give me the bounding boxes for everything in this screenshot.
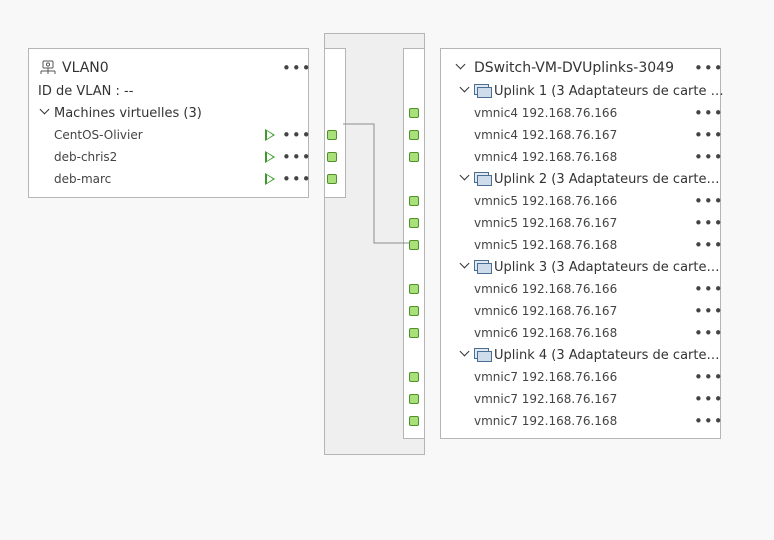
- vmnic-more-actions-button[interactable]: [694, 306, 724, 316]
- portgroup-panel: VLAN0 ID de VLAN : -- Machines virtuelle…: [28, 48, 309, 198]
- vmnic-label[interactable]: vmnic5 192.168.76.168: [474, 238, 617, 252]
- vmnic-label[interactable]: vmnic5 192.168.76.166: [474, 194, 617, 208]
- vm-row[interactable]: deb-marc: [29, 168, 308, 190]
- vmnic-more-actions-button[interactable]: [694, 218, 724, 228]
- vlan-id-label: ID de VLAN : --: [38, 83, 134, 99]
- vmnic-more-actions-button[interactable]: [694, 196, 724, 206]
- uplink-group-row[interactable]: Uplink 2 (3 Adaptateurs de carte…: [441, 168, 720, 190]
- powered-on-icon: [265, 173, 275, 185]
- uplink-port[interactable]: [409, 328, 419, 338]
- vm-name[interactable]: deb-chris2: [54, 150, 117, 164]
- uplink-group-row[interactable]: Uplink 4 (3 Adaptateurs de carte…: [441, 344, 720, 366]
- vmnic-label[interactable]: vmnic4 192.168.76.168: [474, 150, 617, 164]
- vmnic-label[interactable]: vmnic6 192.168.76.166: [474, 282, 617, 296]
- portgroup-title: VLAN0: [62, 60, 109, 76]
- uplink-adapter-icon: [474, 260, 492, 274]
- vm-name[interactable]: deb-marc: [54, 172, 111, 186]
- uplink-group-row[interactable]: Uplink 3 (3 Adaptateurs de carte…: [441, 256, 720, 278]
- uplink-port[interactable]: [409, 394, 419, 404]
- vm-more-actions-button[interactable]: [282, 174, 312, 184]
- chevron-down-icon[interactable]: [459, 260, 469, 270]
- vm-more-actions-button[interactable]: [282, 152, 312, 162]
- vmnic-row[interactable]: vmnic6 192.168.76.167: [441, 300, 720, 322]
- vmnic-label[interactable]: vmnic6 192.168.76.167: [474, 304, 617, 318]
- vmnic-label[interactable]: vmnic7 192.168.76.168: [474, 414, 617, 428]
- uplink-port[interactable]: [409, 372, 419, 382]
- vmnic-label[interactable]: vmnic4 192.168.76.167: [474, 128, 617, 142]
- uplink-port[interactable]: [409, 130, 419, 140]
- uplinks-header[interactable]: DSwitch-VM-DVUplinks-3049: [441, 57, 720, 79]
- vmnic-row[interactable]: vmnic7 192.168.76.167: [441, 388, 720, 410]
- vmnic-row[interactable]: vmnic4 192.168.76.166: [441, 102, 720, 124]
- uplink-port[interactable]: [409, 284, 419, 294]
- vm-row[interactable]: CentOS-Olivier: [29, 124, 308, 146]
- vmnic-more-actions-button[interactable]: [694, 416, 724, 426]
- uplink-port[interactable]: [409, 196, 419, 206]
- vm-port-3[interactable]: [327, 174, 337, 184]
- vmnic-more-actions-button[interactable]: [694, 240, 724, 250]
- vmnic-row[interactable]: vmnic5 192.168.76.168: [441, 234, 720, 256]
- uplink-port[interactable]: [409, 240, 419, 250]
- vmnic-row[interactable]: vmnic6 192.168.76.168: [441, 322, 720, 344]
- uplink-group-label: Uplink 1 (3 Adaptateurs de carte …: [494, 83, 724, 99]
- vmnic-more-actions-button[interactable]: [694, 394, 724, 404]
- vm-name[interactable]: CentOS-Olivier: [54, 128, 143, 142]
- vmnic-row[interactable]: vmnic4 192.168.76.167: [441, 124, 720, 146]
- chevron-down-icon[interactable]: [39, 106, 49, 116]
- uplink-group-label: Uplink 2 (3 Adaptateurs de carte…: [494, 171, 720, 187]
- vmnic-row[interactable]: vmnic5 192.168.76.166: [441, 190, 720, 212]
- vmnic-more-actions-button[interactable]: [694, 328, 724, 338]
- vmnic-more-actions-button[interactable]: [694, 372, 724, 382]
- vm-group-row[interactable]: Machines virtuelles (3): [29, 102, 308, 124]
- portgroup-more-actions-button[interactable]: [282, 63, 312, 73]
- vmnic-row[interactable]: vmnic7 192.168.76.166: [441, 366, 720, 388]
- powered-on-icon: [265, 129, 275, 141]
- vm-row[interactable]: deb-chris2: [29, 146, 308, 168]
- vmnic-row[interactable]: vmnic5 192.168.76.167: [441, 212, 720, 234]
- portgroup-header: VLAN0: [29, 57, 308, 79]
- vmnic-label[interactable]: vmnic4 192.168.76.166: [474, 106, 617, 120]
- uplink-group-row[interactable]: Uplink 1 (3 Adaptateurs de carte …: [441, 80, 724, 102]
- uplink-port[interactable]: [409, 416, 419, 426]
- uplink-port[interactable]: [409, 306, 419, 316]
- vm-port-2[interactable]: [327, 152, 337, 162]
- uplinks-title: DSwitch-VM-DVUplinks-3049: [474, 60, 674, 76]
- vmnic-more-actions-button[interactable]: [694, 284, 724, 294]
- vmnic-row[interactable]: vmnic7 192.168.76.168: [441, 410, 720, 432]
- uplinks-more-actions-button[interactable]: [694, 63, 724, 73]
- vlan-id-row: ID de VLAN : --: [29, 80, 308, 102]
- distributed-port-group-icon: [40, 60, 56, 74]
- vmnic-label[interactable]: vmnic6 192.168.76.168: [474, 326, 617, 340]
- uplink-port[interactable]: [409, 152, 419, 162]
- vmnic-more-actions-button[interactable]: [694, 108, 724, 118]
- chevron-down-icon[interactable]: [459, 348, 469, 358]
- vm-more-actions-button[interactable]: [282, 130, 312, 140]
- vmnic-label[interactable]: vmnic7 192.168.76.167: [474, 392, 617, 406]
- vmnic-more-actions-button[interactable]: [694, 130, 724, 140]
- vm-group-label: Machines virtuelles (3): [54, 105, 202, 121]
- chevron-down-icon[interactable]: [459, 172, 469, 182]
- vmnic-more-actions-button[interactable]: [694, 152, 724, 162]
- uplink-adapter-icon: [474, 172, 492, 186]
- uplink-adapter-icon: [474, 84, 492, 98]
- uplink-group-label: Uplink 3 (3 Adaptateurs de carte…: [494, 259, 720, 275]
- uplinks-panel: DSwitch-VM-DVUplinks-3049 Uplink 1 (3 Ad…: [440, 48, 724, 439]
- vmnic-label[interactable]: vmnic5 192.168.76.167: [474, 216, 617, 230]
- chevron-down-icon[interactable]: [459, 84, 469, 94]
- uplink-port[interactable]: [409, 218, 419, 228]
- vmnic-row[interactable]: vmnic4 192.168.76.168: [441, 146, 720, 168]
- vm-port-1[interactable]: [327, 130, 337, 140]
- uplink-group-label: Uplink 4 (3 Adaptateurs de carte…: [494, 347, 720, 363]
- vmnic-label[interactable]: vmnic7 192.168.76.166: [474, 370, 617, 384]
- powered-on-icon: [265, 151, 275, 163]
- vmnic-row[interactable]: vmnic6 192.168.76.166: [441, 278, 720, 300]
- uplink-adapter-icon: [474, 348, 492, 362]
- chevron-down-icon[interactable]: [455, 61, 465, 71]
- uplink-port[interactable]: [409, 108, 419, 118]
